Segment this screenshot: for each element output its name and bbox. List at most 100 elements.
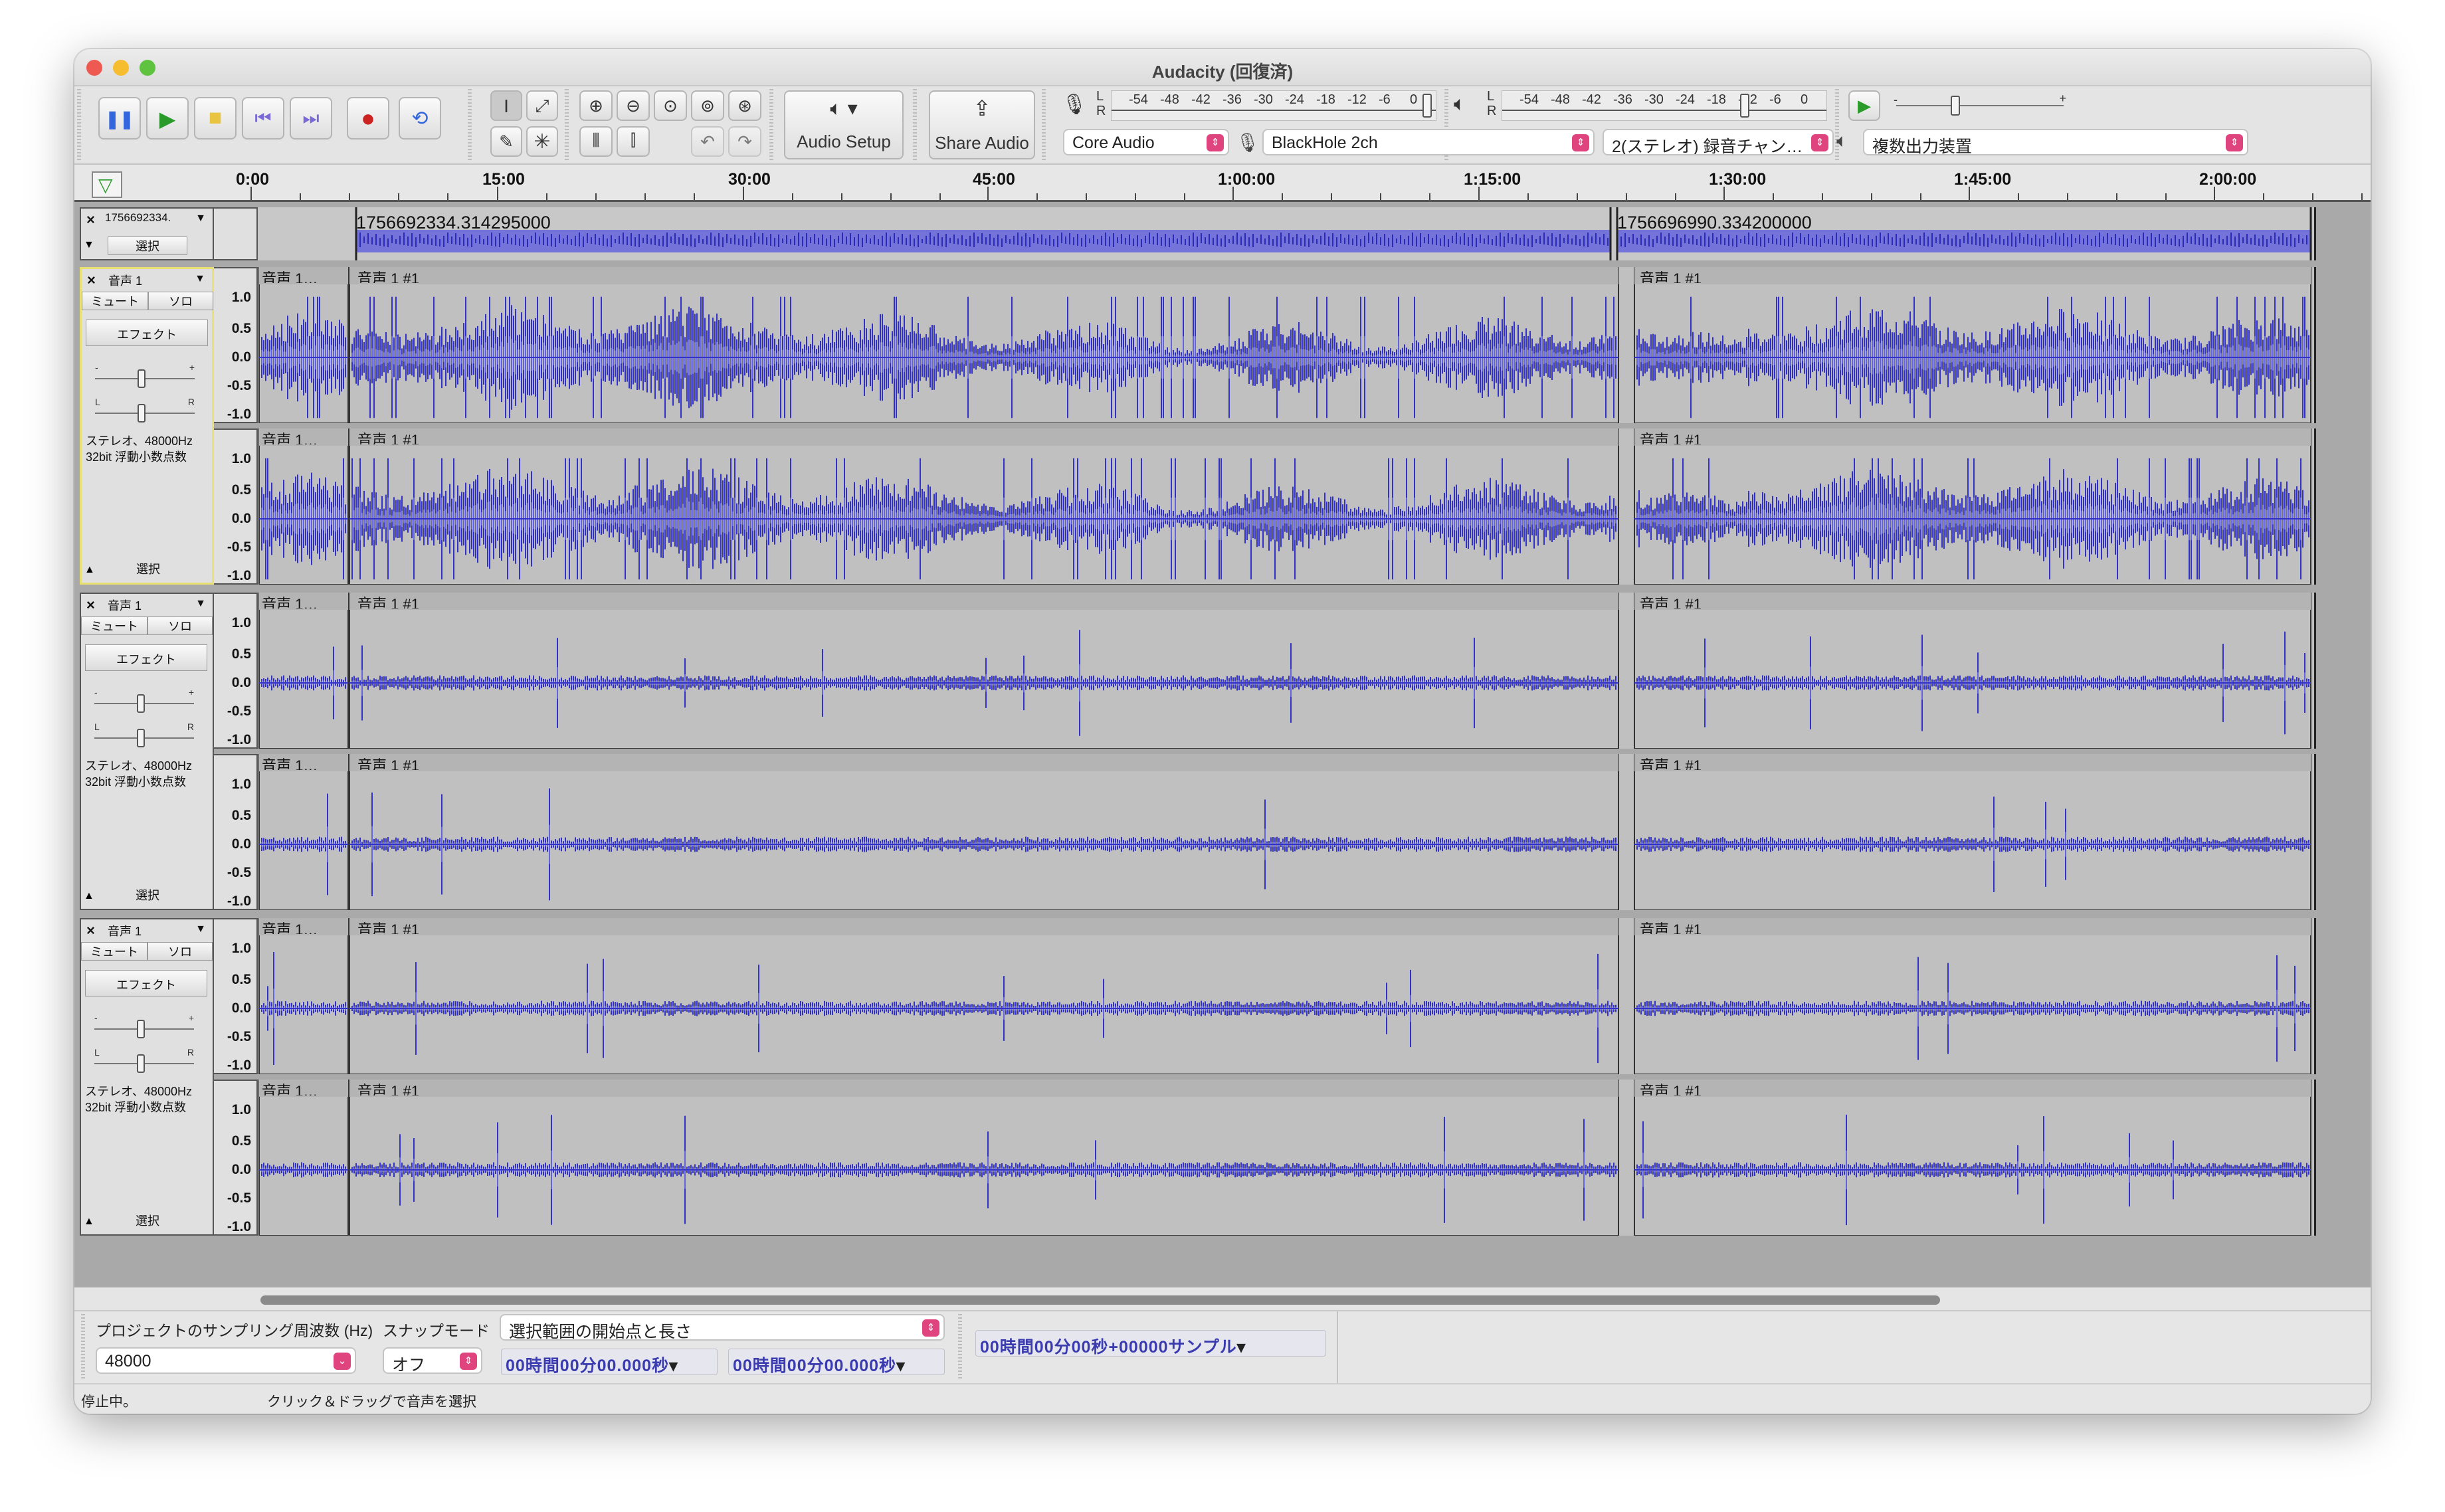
playback-device-select[interactable]: 複数出力装置 ⇕: [1863, 129, 2248, 155]
clip-name[interactable]: 音声 1 #1: [1640, 918, 1702, 934]
toolbar-grip[interactable]: [468, 89, 472, 162]
chevron-down-icon[interactable]: ▾: [1237, 1338, 1246, 1357]
gain-slider[interactable]: - +: [94, 1012, 194, 1038]
clip-header-bar[interactable]: [349, 428, 1618, 446]
undo-button[interactable]: ↶: [691, 126, 724, 157]
pan-slider[interactable]: LR: [94, 721, 194, 747]
skip-to-start-button[interactable]: ⏮: [242, 97, 284, 140]
waveform-channel[interactable]: 音声 1… 音声 1 #1 音声 1 #1: [258, 754, 2316, 910]
track-name[interactable]: 音声 1: [108, 272, 142, 289]
clip-header-bar[interactable]: [349, 918, 1618, 935]
clip-name[interactable]: 音声 1…: [262, 267, 318, 283]
clip-header-bar[interactable]: [1634, 267, 2311, 284]
speaker-meter-icon[interactable]: 🔈︎: [1454, 93, 1466, 116]
toolbar-grip[interactable]: [81, 1314, 85, 1380]
audio-clip[interactable]: [1634, 593, 2311, 749]
clip-name[interactable]: 音声 1 #1: [357, 1080, 419, 1095]
amplitude-scale[interactable]: 1.0 0.5 0.0 -0.5 -1.0: [214, 428, 258, 585]
project-rate-select[interactable]: 48000 ⌄: [96, 1347, 356, 1374]
microphone-icon[interactable]: 🎙︎: [1062, 93, 1087, 116]
clip-name[interactable]: 音声 1 #1: [357, 267, 419, 283]
waveform-channel[interactable]: 音声 1… 音声 1 #1 音声 1 #1: [258, 918, 2316, 1074]
mute-button[interactable]: ミュート: [81, 616, 147, 635]
clip-name[interactable]: 音声 1 #1: [1640, 754, 1702, 770]
playback-meter[interactable]: -54-48-42-36-30-24-18-12-60: [1502, 90, 1827, 121]
toolbar-grip[interactable]: [565, 89, 569, 162]
toolbar-grip[interactable]: [958, 1314, 962, 1380]
effects-button[interactable]: エフェクト: [85, 644, 207, 671]
loop-button[interactable]: ⟲: [399, 97, 441, 140]
selection-mode-select[interactable]: 選択範囲の開始点と長さ ⇕: [500, 1314, 945, 1341]
waveform-channel[interactable]: 音声 1… 音声 1 #1 音声 1 #1: [258, 1080, 2316, 1236]
timeline-options-button[interactable]: ▽: [92, 171, 122, 198]
play-button[interactable]: ▶: [146, 97, 189, 140]
amplitude-scale[interactable]: 1.0 0.5 0.0 -0.5 -1.0: [214, 267, 258, 423]
amplitude-scale[interactable]: 1.0 0.5 0.0 -0.5 -1.0: [214, 1080, 258, 1236]
pan-slider-thumb[interactable]: [138, 404, 146, 423]
amplitude-scale[interactable]: 1.0 0.5 0.0 -0.5 -1.0: [214, 593, 258, 749]
clip-name[interactable]: 音声 1 #1: [1640, 428, 1702, 444]
clip-name[interactable]: 音声 1…: [262, 754, 318, 770]
audio-clip[interactable]: [349, 593, 1619, 749]
waveform-channel[interactable]: 音声 1… 音声 1 #1 音声 1 #1: [258, 267, 2316, 423]
share-audio-button[interactable]: ⇪ Share Audio: [929, 90, 1035, 159]
audio-clip[interactable]: [258, 918, 349, 1074]
clip-header-bar[interactable]: [1634, 754, 2311, 771]
clip-name[interactable]: 音声 1…: [262, 593, 318, 609]
audio-clip[interactable]: [349, 1080, 1619, 1236]
pan-slider[interactable]: LR: [94, 1047, 194, 1073]
label-track-select-button[interactable]: 選択: [108, 236, 187, 255]
track-select-button[interactable]: 選択: [108, 1212, 187, 1230]
close-track-icon[interactable]: ×: [86, 597, 95, 614]
toolbar-grip[interactable]: [769, 89, 773, 162]
solo-button[interactable]: ソロ: [147, 942, 213, 961]
clip-name[interactable]: 音声 1 #1: [357, 428, 419, 444]
label-track-lane[interactable]: 1756692334.314295000 1756696990.33420000…: [258, 207, 2316, 260]
selection-start-time[interactable]: 00時間00分00.000秒▾: [501, 1349, 718, 1375]
clip-name[interactable]: 音声 1 #1: [1640, 593, 1702, 609]
amplitude-scale[interactable]: 1.0 0.5 0.0 -0.5 -1.0: [214, 918, 258, 1074]
recording-channels-select[interactable]: 2(ステレオ) 録音チャン… ⇕: [1603, 129, 1834, 155]
clip-name[interactable]: 音声 1…: [262, 1080, 318, 1095]
pan-slider-thumb[interactable]: [137, 729, 145, 747]
gain-slider[interactable]: - +: [95, 362, 195, 388]
effects-button[interactable]: エフェクト: [86, 320, 208, 346]
audio-setup-button[interactable]: 🔈︎ ▾ Audio Setup: [784, 90, 904, 159]
playback-speed-slider[interactable]: - +: [1891, 90, 2069, 121]
chevron-down-icon[interactable]: ▾: [669, 1357, 678, 1375]
selection-tool-button[interactable]: I: [490, 90, 522, 121]
track-menu-chevron-icon[interactable]: ▼: [195, 598, 206, 610]
timeline-ruler[interactable]: ▽ 0:00 15:00 30:00 45:00 1:00:00 1:15:00 1:30:…: [74, 165, 2371, 202]
record-button[interactable]: ●: [347, 97, 389, 140]
audio-host-select[interactable]: Core Audio ⇕: [1063, 129, 1229, 155]
clip-name[interactable]: 音声 1 #1: [357, 593, 419, 609]
tracks-area[interactable]: × 1756692334. ▼ 選択 ▼ 1756692334.31429500…: [74, 202, 2371, 1287]
stop-button[interactable]: ■: [194, 97, 237, 140]
track-select-button[interactable]: 選択: [108, 560, 188, 579]
clip-header-bar[interactable]: [1634, 918, 2311, 935]
waveform-channel[interactable]: 音声 1… 音声 1 #1 音声 1 #1: [258, 428, 2316, 585]
gain-slider-thumb[interactable]: [137, 694, 145, 713]
chevron-down-icon[interactable]: ▾: [896, 1357, 906, 1375]
solo-button[interactable]: ソロ: [148, 292, 213, 310]
close-track-icon[interactable]: ×: [86, 211, 95, 229]
audio-clip[interactable]: [1634, 1080, 2311, 1236]
close-track-icon[interactable]: ×: [86, 922, 95, 939]
clip-header-bar[interactable]: [1634, 593, 2311, 610]
pan-slider[interactable]: LR: [95, 397, 195, 423]
clip-name[interactable]: 音声 1 #1: [357, 918, 419, 934]
recording-device-select[interactable]: BlackHole 2ch ⇕: [1262, 129, 1595, 155]
gain-slider-thumb[interactable]: [138, 369, 146, 388]
envelope-tool-button[interactable]: ⤢: [526, 90, 558, 121]
track-menu-chevron-icon[interactable]: ▼: [195, 213, 206, 225]
collapse-track-icon[interactable]: ▲: [84, 564, 95, 576]
clip-header-bar[interactable]: [349, 593, 1618, 610]
play-at-speed-button[interactable]: ▶: [1848, 90, 1880, 121]
clip-name[interactable]: 音声 1 #1: [1640, 267, 1702, 283]
recording-meter[interactable]: -54 -48 -42 -36 -30 -24 -18 -12 -6 0: [1111, 90, 1436, 121]
audio-clip[interactable]: [1634, 918, 2311, 1074]
mute-button[interactable]: ミュート: [81, 942, 147, 961]
track-select-button[interactable]: 選択: [108, 886, 187, 905]
gain-slider[interactable]: - +: [94, 687, 194, 713]
track-menu-chevron-icon[interactable]: ▼: [195, 273, 205, 285]
